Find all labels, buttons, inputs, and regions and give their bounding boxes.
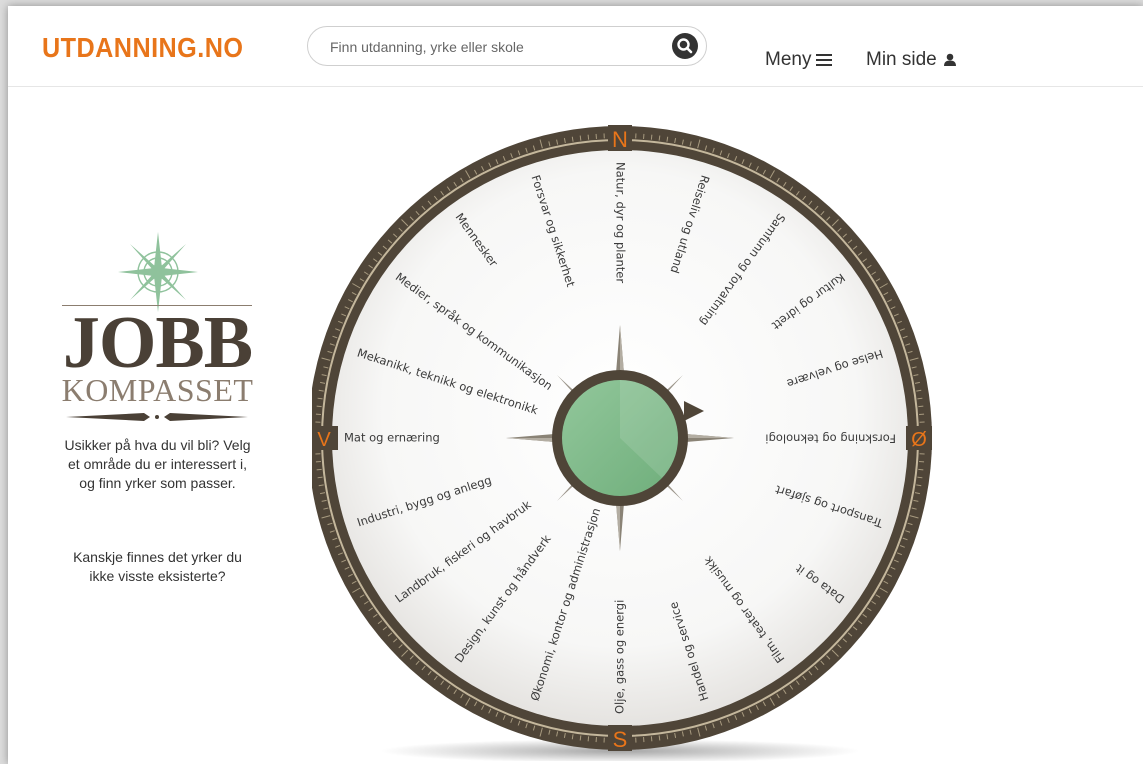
- ring-tick: [579, 735, 582, 741]
- ring-tick: [650, 134, 653, 140]
- brand-title: JOBB: [62, 302, 253, 384]
- ring-tick: [658, 135, 661, 141]
- ring-tick: [587, 736, 590, 742]
- ring-tick: [316, 468, 322, 471]
- site-logo[interactable]: UTDANNING.NO: [42, 32, 243, 64]
- user-icon: [943, 53, 956, 66]
- brand-subtitle: KOMPASSET: [61, 372, 254, 408]
- search-input[interactable]: [328, 33, 662, 61]
- ring-tick: [918, 405, 924, 408]
- my-page-button[interactable]: Min side: [866, 49, 957, 71]
- brand-ornament: [66, 413, 248, 421]
- ring-tick: [579, 135, 582, 141]
- browser-page: UTDANNING.NO Meny Min side: [8, 6, 1143, 764]
- menu-button[interactable]: Meny: [765, 49, 833, 71]
- job-compass-wheel: Natur, dyr og planter Reiseliv og utland S…: [308, 121, 932, 763]
- category-label[interactable]: Mat og ernæring: [344, 431, 440, 445]
- search-icon: [677, 38, 693, 54]
- north-letter: N: [612, 127, 628, 152]
- search-button[interactable]: [672, 33, 698, 59]
- ring-tick: [587, 134, 590, 140]
- ring-tick: [650, 736, 653, 742]
- category-label[interactable]: Natur, dyr og planter: [614, 162, 628, 283]
- ring-tick: [917, 476, 923, 479]
- ring-tick: [316, 405, 322, 408]
- ring-tick: [917, 397, 923, 400]
- east-letter: Ø: [911, 429, 927, 451]
- hamburger-icon: [816, 54, 833, 66]
- west-letter: V: [317, 429, 331, 451]
- site-header: UTDANNING.NO Meny Min side: [8, 6, 1143, 87]
- ring-tick: [317, 476, 323, 479]
- ring-tick: [918, 468, 924, 471]
- intro-text-2: Kanskje finnes det yrker du ikke visste …: [73, 549, 242, 584]
- menu-label: Meny: [765, 49, 812, 70]
- ring-tick: [317, 397, 323, 400]
- category-label[interactable]: Olje, gass og energi: [613, 600, 627, 714]
- south-letter: S: [613, 727, 628, 752]
- ring-tick: [658, 735, 661, 741]
- compass-wheel-svg: Natur, dyr og planter Reiseliv og utlandS…: [308, 125, 932, 763]
- category-label[interactable]: Forskning og teknologi: [765, 432, 896, 446]
- search-box: [307, 26, 707, 66]
- my-page-label: Min side: [866, 49, 937, 70]
- intro-text: Usikker på hva du vil bli? Velg et områd…: [64, 437, 251, 491]
